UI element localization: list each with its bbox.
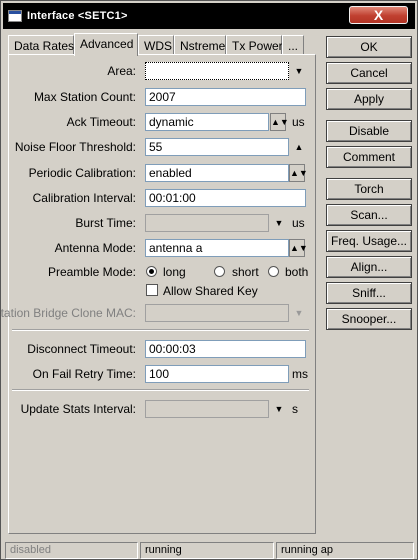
cancel-button[interactable]: Cancel [326, 62, 412, 84]
antenna-mode-select[interactable]: antenna a [145, 239, 289, 257]
preamble-both-label: both [285, 265, 309, 279]
close-button[interactable]: X [349, 6, 408, 24]
disconnect-timeout-input[interactable]: 00:00:03 [145, 340, 306, 358]
preamble-long-label: long [163, 265, 186, 279]
preamble-short-radio[interactable] [214, 266, 225, 277]
update-stats-interval-field[interactable] [145, 400, 269, 418]
tab-nstreme[interactable]: Nstreme [174, 35, 226, 55]
station-bridge-clone-mac-label: Station Bridge Clone MAC: [0, 306, 136, 320]
on-fail-retry-time-input[interactable]: 100 [145, 365, 289, 383]
snooper-button[interactable]: Snooper... [326, 308, 412, 330]
window-icon [8, 10, 22, 22]
preamble-mode-label: Preamble Mode: [47, 265, 136, 279]
freq-usage-button[interactable]: Freq. Usage... [326, 230, 412, 252]
updown-icon: ▲▼ [290, 168, 308, 178]
tab-more[interactable]: ... [282, 35, 304, 55]
allow-shared-key-label: Allow Shared Key [163, 284, 258, 298]
ack-timeout-unit: us [292, 115, 305, 129]
separator [12, 389, 309, 391]
on-fail-retry-time-label: On Fail Retry Time: [32, 367, 136, 381]
periodic-calibration-select[interactable]: enabled [145, 164, 289, 182]
noise-floor-threshold-input[interactable]: 55 [145, 138, 289, 156]
preamble-long-radio[interactable] [146, 266, 157, 277]
calibration-interval-label: Calibration Interval: [32, 191, 136, 205]
window-title: Interface <SETC1> [27, 10, 128, 22]
preamble-short-label: short [232, 265, 259, 279]
collapse-icon[interactable]: ▲ [293, 141, 305, 153]
ok-button[interactable]: OK [326, 36, 412, 58]
updown-icon: ▲▼ [271, 117, 289, 127]
allow-shared-key-checkbox[interactable] [146, 284, 158, 296]
torch-button[interactable]: Torch [326, 178, 412, 200]
apply-button[interactable]: Apply [326, 88, 412, 110]
disconnect-timeout-label: Disconnect Timeout: [27, 342, 136, 356]
comment-button[interactable]: Comment [326, 146, 412, 168]
burst-time-dropdown-icon[interactable]: ▼ [273, 217, 285, 229]
interface-window: Interface <SETC1> X Data Rates Advanced … [0, 0, 418, 560]
tab-data-rates[interactable]: Data Rates [8, 35, 74, 55]
ack-timeout-select[interactable]: dynamic [145, 113, 269, 131]
status-ap: running ap [276, 542, 414, 559]
update-stats-interval-unit: s [292, 402, 298, 416]
preamble-both-radio[interactable] [268, 266, 279, 277]
separator [12, 329, 309, 331]
tab-wds[interactable]: WDS [138, 35, 174, 55]
antenna-mode-label: Antenna Mode: [54, 241, 136, 255]
tab-advanced[interactable]: Advanced [74, 33, 138, 56]
periodic-calibration-label: Periodic Calibration: [28, 166, 136, 180]
disable-button[interactable]: Disable [326, 120, 412, 142]
ack-timeout-label: Ack Timeout: [66, 115, 136, 129]
burst-time-field[interactable] [145, 214, 269, 232]
ack-timeout-dropdown-button[interactable]: ▲▼ [270, 113, 289, 131]
calibration-interval-input[interactable]: 00:01:00 [145, 189, 306, 207]
sniff-button[interactable]: Sniff... [326, 282, 412, 304]
title-bar[interactable]: Interface <SETC1> X [3, 3, 415, 29]
on-fail-retry-time-unit: ms [292, 367, 308, 381]
align-button[interactable]: Align... [326, 256, 412, 278]
area-field[interactable] [145, 62, 289, 80]
update-stats-dropdown-icon[interactable]: ▼ [273, 403, 285, 415]
update-stats-interval-label: Update Stats Interval: [20, 402, 136, 416]
bridge-clone-dropdown-icon[interactable]: ▼ [293, 307, 305, 319]
status-enabled: disabled [5, 542, 138, 559]
noise-floor-threshold-label: Noise Floor Threshold: [14, 140, 136, 154]
max-station-count-label: Max Station Count: [33, 90, 136, 104]
tab-tx-power[interactable]: Tx Power [226, 35, 283, 55]
area-label: Area: [107, 64, 136, 78]
max-station-count-input[interactable]: 2007 [145, 88, 306, 106]
updown-icon: ▲▼ [290, 243, 308, 253]
periodic-calibration-dropdown-button[interactable]: ▲▼ [289, 164, 308, 182]
scan-button[interactable]: Scan... [326, 204, 412, 226]
burst-time-label: Burst Time: [75, 216, 136, 230]
burst-time-unit: us [292, 216, 305, 230]
station-bridge-clone-mac-field[interactable] [145, 304, 289, 322]
status-running: running [140, 542, 274, 559]
area-dropdown-icon[interactable]: ▼ [293, 65, 305, 77]
antenna-mode-dropdown-button[interactable]: ▲▼ [289, 239, 308, 257]
